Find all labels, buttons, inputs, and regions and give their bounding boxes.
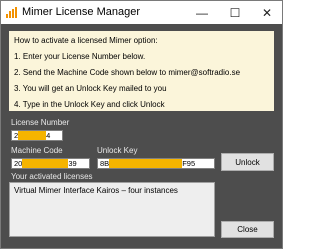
redaction-mark — [18, 131, 47, 140]
unlock-key-prefix: 8B — [100, 159, 110, 168]
license-number-field[interactable]: 24 — [11, 130, 63, 141]
activated-licenses-label: Your activated licenses — [11, 172, 93, 181]
maximize-icon: ☐ — [229, 5, 241, 20]
unlock-key-label: Unlock Key — [97, 146, 138, 155]
list-item: Virtual Mimer Interface Kairos – four in… — [14, 186, 178, 195]
machine-code-suffix: 39 — [68, 159, 77, 168]
activated-licenses-list[interactable]: Virtual Mimer Interface Kairos – four in… — [9, 182, 215, 237]
redaction-mark — [22, 159, 69, 168]
unlock-key-suffix: F95 — [182, 159, 196, 168]
window-title: Mimer License Manager — [22, 6, 140, 18]
close-window-button[interactable]: ✕ — [252, 1, 282, 24]
instruction-step-3: 3. You will get an Unlock Key mailed to … — [14, 84, 167, 93]
unlock-key-field[interactable]: 8B F95 — [97, 158, 215, 169]
instructions-panel: How to activate a licensed Mimer option:… — [9, 31, 274, 111]
maximize-button[interactable]: ☐ — [220, 1, 250, 24]
minimize-button[interactable]: — — [187, 1, 217, 24]
minimize-icon: — — [196, 5, 208, 20]
machine-code-label: Machine Code — [11, 146, 63, 155]
license-number-suffix: 4 — [46, 131, 51, 140]
title-bar: Mimer License Manager — ☐ ✕ — [1, 1, 282, 24]
instruction-step-4: 4. Type in the Unlock Key and click Unlo… — [14, 100, 165, 109]
instructions-heading: How to activate a licensed Mimer option: — [14, 36, 158, 45]
close-icon: ✕ — [261, 5, 273, 20]
bar-chart-icon — [6, 7, 17, 18]
close-button[interactable]: Close — [221, 221, 274, 238]
unlock-button[interactable]: Unlock — [221, 153, 274, 171]
machine-code-prefix: 20 — [14, 159, 23, 168]
license-number-label: License Number — [11, 118, 70, 127]
instruction-step-1: 1. Enter your License Number below. — [14, 52, 146, 61]
instruction-step-2: 2. Send the Machine Code shown below to … — [14, 68, 241, 77]
redaction-mark — [109, 159, 183, 168]
license-manager-window: Mimer License Manager — ☐ ✕ How to activ… — [0, 0, 283, 249]
machine-code-field[interactable]: 20 39 — [11, 158, 90, 169]
